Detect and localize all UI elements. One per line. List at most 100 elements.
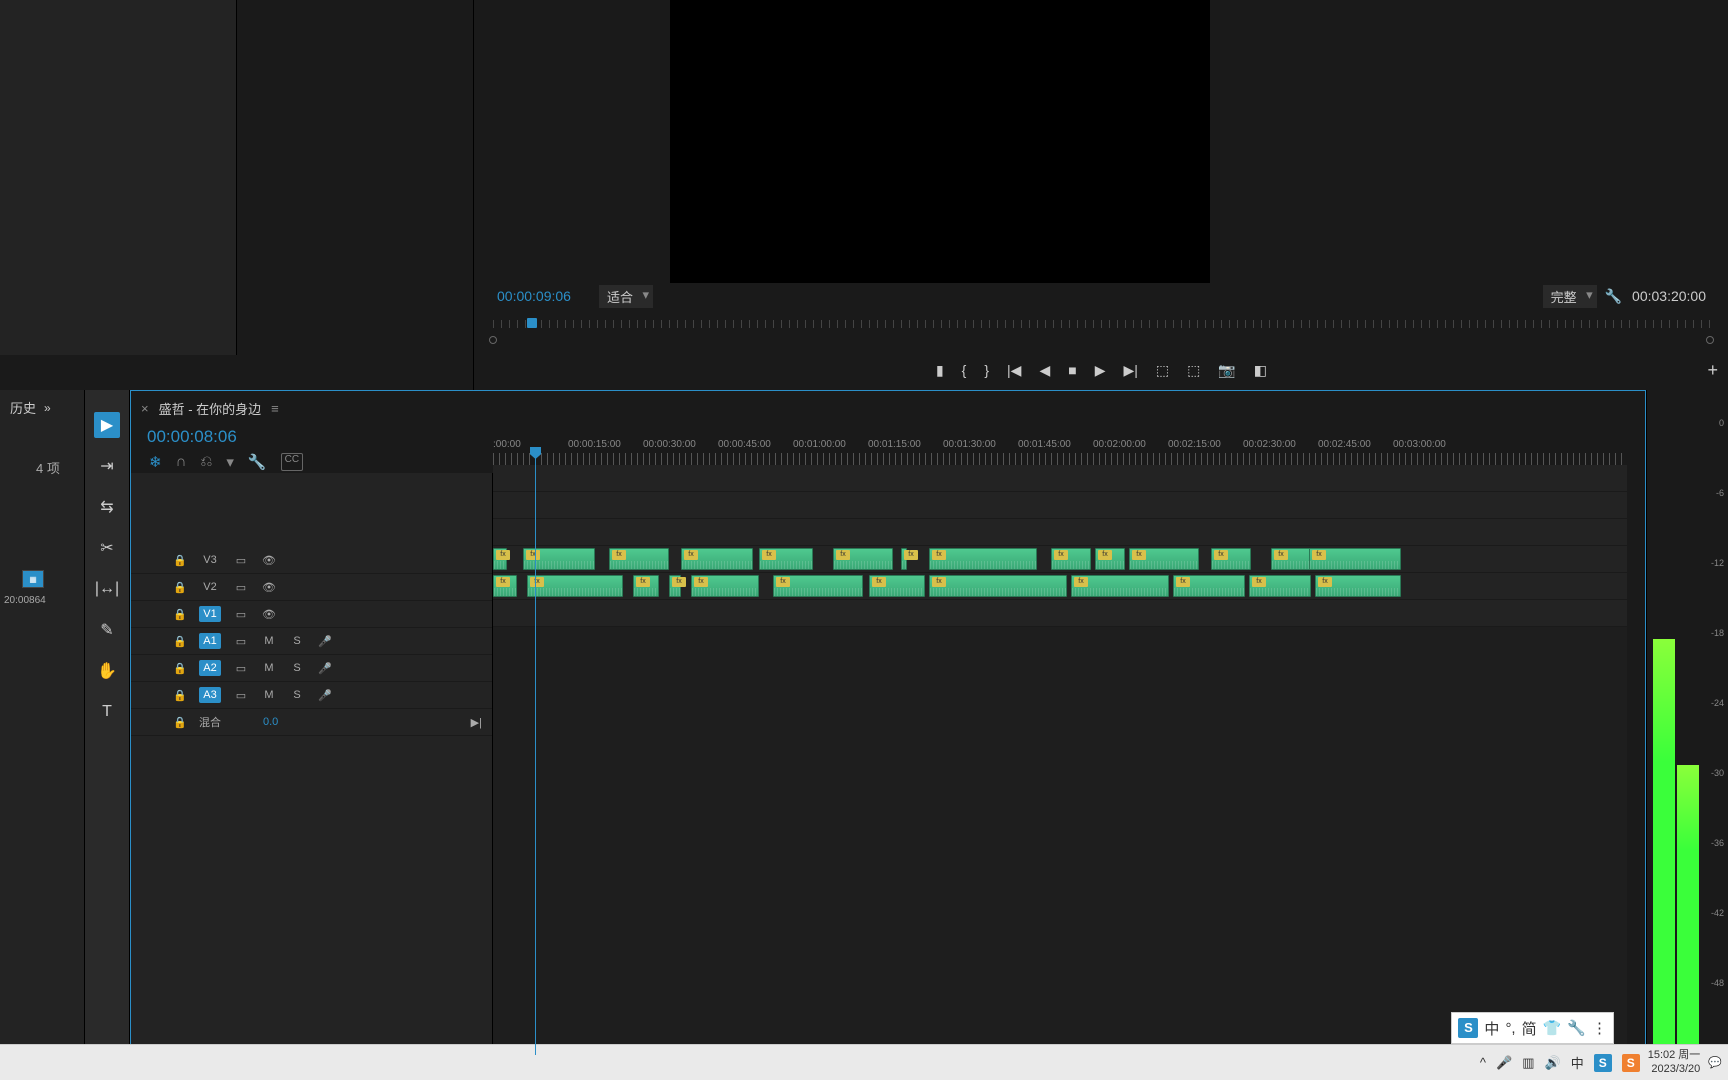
zoom-dropdown[interactable]: 适合 (599, 285, 653, 308)
audio-clip[interactable]: fx (833, 548, 893, 570)
marker-icon[interactable]: ▮ (936, 362, 944, 379)
magnet-icon[interactable]: ∩ (176, 453, 187, 471)
add-button-icon[interactable]: + (1707, 360, 1718, 381)
lock-icon[interactable]: 🔒 (173, 662, 187, 675)
track-lane[interactable]: fxfxfxfxfxfxfxfxfxfxfxfxfxfx (493, 546, 1627, 573)
audio-clip[interactable]: fx (523, 548, 595, 570)
audio-clip[interactable]: fx (1173, 575, 1245, 597)
video-preview[interactable] (670, 0, 1210, 283)
lock-icon[interactable]: 🔒 (173, 608, 187, 621)
mix-end-icon[interactable]: ▶| (471, 716, 482, 729)
voice-icon[interactable]: 🎤 (317, 689, 333, 702)
ripple-edit-tool-icon[interactable]: ⇆ (94, 494, 120, 520)
tray-mic-icon[interactable]: 🎤 (1496, 1055, 1512, 1071)
audio-clip[interactable]: fx (681, 548, 753, 570)
mute-icon[interactable]: M (261, 635, 277, 647)
go-to-out-icon[interactable]: ▶| (1123, 362, 1137, 379)
tray-sogou-icon[interactable]: S (1622, 1054, 1640, 1072)
compare-icon[interactable]: ◧ (1254, 362, 1267, 379)
track-label[interactable]: V2 (199, 579, 221, 595)
quality-dropdown[interactable]: 完整 (1543, 285, 1597, 308)
audio-clip[interactable]: fx (1211, 548, 1251, 570)
timeline-timecode[interactable]: 00:00:08:06 (147, 427, 237, 447)
audio-clip[interactable]: fx (773, 575, 863, 597)
track-label[interactable]: A2 (199, 660, 221, 676)
slip-tool-icon[interactable]: |↔| (94, 576, 120, 602)
windows-taskbar[interactable]: ^ 🎤 ▥ 🔊 中 S S 15:02 周一 2023/3/20 💬 (0, 1044, 1728, 1080)
track-output-icon[interactable]: ▭ (233, 635, 249, 648)
audio-clip[interactable]: fx (1249, 575, 1311, 597)
audio-clip[interactable]: fx (929, 548, 1037, 570)
program-scrubber[interactable] (493, 318, 1710, 342)
ime-tools-icon[interactable]: 🔧 (1567, 1019, 1586, 1037)
track-lane[interactable] (493, 600, 1627, 627)
lock-icon[interactable]: 🔒 (173, 581, 187, 594)
voice-icon[interactable]: 🎤 (317, 635, 333, 648)
hand-tool-icon[interactable]: ✋ (94, 658, 120, 684)
track-lane[interactable] (493, 492, 1627, 519)
track-lane[interactable]: fxfxfxfxfxfxfxfxfxfxfxfx (493, 573, 1627, 600)
eye-icon[interactable]: 👁 (261, 581, 277, 594)
tray-clock[interactable]: 15:02 周一 2023/3/20 (1648, 1049, 1701, 1075)
eye-icon[interactable]: 👁 (261, 554, 277, 567)
track-label[interactable]: V3 (199, 552, 221, 568)
audio-clip[interactable]: fx (669, 575, 681, 597)
wrench-icon[interactable]: 🔧 (1605, 288, 1622, 305)
solo-icon[interactable]: S (289, 635, 305, 647)
audio-clip[interactable]: fx (869, 575, 925, 597)
sogou-icon[interactable]: S (1458, 1018, 1478, 1038)
ime-toolbar[interactable]: S 中 °, 简 👕 🔧 ⋮ (1451, 1012, 1614, 1044)
ime-shirt-icon[interactable]: 👕 (1543, 1019, 1562, 1037)
go-to-in-icon[interactable]: |◀ (1007, 362, 1021, 379)
voice-icon[interactable]: 🎤 (317, 662, 333, 675)
audio-clip[interactable]: fx (901, 548, 907, 570)
audio-clip[interactable]: fx (759, 548, 813, 570)
audio-clip[interactable]: fx (1071, 575, 1169, 597)
track-lane[interactable] (493, 519, 1627, 546)
history-tab-label[interactable]: 历史 (10, 398, 36, 417)
tab-close-icon[interactable]: × (141, 401, 149, 416)
step-forward-transport-icon[interactable]: ▶ (1095, 362, 1106, 379)
scrub-handle[interactable] (527, 318, 537, 328)
out-point-icon[interactable]: } (984, 362, 989, 378)
mute-icon[interactable]: M (261, 689, 277, 701)
solo-icon[interactable]: S (289, 662, 305, 674)
tab-menu-icon[interactable]: ≡ (271, 401, 279, 416)
mix-value[interactable]: 0.0 (263, 716, 278, 728)
audio-clip[interactable]: fx (493, 548, 507, 570)
tray-volume-icon[interactable]: 🔊 (1545, 1055, 1561, 1071)
audio-clip[interactable]: fx (1315, 575, 1401, 597)
audio-clip[interactable]: fx (1051, 548, 1091, 570)
expand-icon[interactable]: » (44, 401, 51, 415)
camera-icon[interactable]: 📷 (1218, 362, 1235, 379)
playhead[interactable] (535, 451, 536, 1055)
step-back-icon[interactable]: ◀ (1039, 362, 1050, 379)
audio-clip[interactable]: fx (1309, 548, 1401, 570)
solo-icon[interactable]: S (289, 689, 305, 701)
track-label[interactable]: A3 (199, 687, 221, 703)
track-label[interactable]: V1 (199, 606, 221, 622)
ime-punctuation-icon[interactable]: °, (1505, 1020, 1515, 1037)
audio-clip[interactable]: fx (691, 575, 759, 597)
tray-notifications-icon[interactable]: 💬 (1708, 1056, 1722, 1069)
track-output-icon[interactable]: ▭ (233, 581, 249, 594)
sequence-name[interactable]: 盛哲 - 在你的身边 (159, 399, 262, 418)
track-output-icon[interactable]: ▭ (233, 689, 249, 702)
tray-ime-icon[interactable]: 中 (1571, 1053, 1584, 1072)
type-tool-icon[interactable]: T (94, 699, 120, 725)
audio-clip[interactable]: fx (493, 575, 517, 597)
track-output-icon[interactable]: ▭ (233, 662, 249, 675)
linked-selection-icon[interactable]: ⎌ (200, 453, 212, 471)
razor-tool-icon[interactable]: ✂ (94, 535, 120, 561)
tray-battery-icon[interactable]: ▥ (1522, 1055, 1534, 1071)
eye-icon[interactable]: 👁 (261, 608, 277, 621)
in-point-icon[interactable]: { (962, 362, 967, 378)
tray-up-icon[interactable]: ^ (1480, 1055, 1486, 1070)
program-timecode[interactable]: 00:00:09:06 (497, 288, 571, 304)
settings-wrench-icon[interactable]: 🔧 (248, 453, 267, 471)
track-select-tool-icon[interactable]: ⇥ (94, 453, 120, 479)
extract-icon[interactable]: ⬚ (1187, 362, 1200, 379)
track-output-icon[interactable]: ▭ (233, 554, 249, 567)
lift-icon[interactable]: ⬚ (1156, 362, 1169, 379)
audio-clip[interactable]: fx (633, 575, 659, 597)
